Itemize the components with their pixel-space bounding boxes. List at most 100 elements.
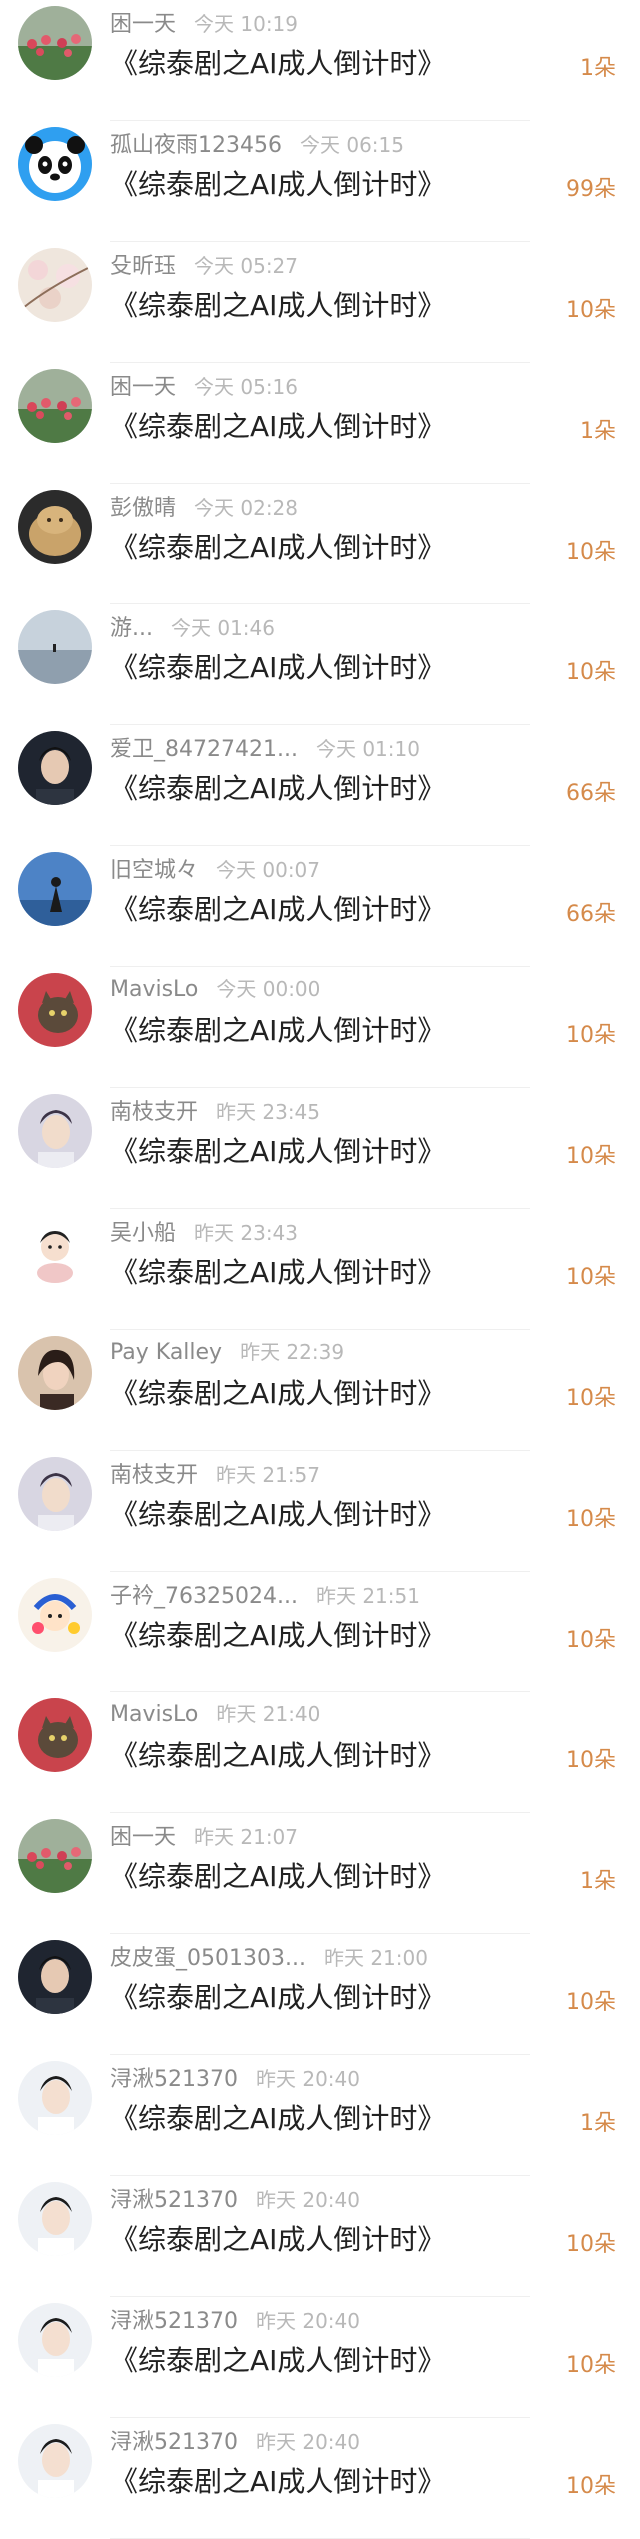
username[interactable]: 殳昕珏 — [110, 248, 176, 280]
avatar-seaside[interactable] — [18, 610, 92, 685]
list-item[interactable]: 皮皮蛋_0501303... 昨天 21:00 《综泰剧之AI成人倒计时》 10… — [0, 1934, 640, 2056]
username[interactable]: 困一天 — [110, 1819, 176, 1851]
item-meta: 皮皮蛋_0501303... 昨天 21:00 — [110, 1940, 428, 1972]
item-meta: 游... 今天 01:46 — [110, 610, 275, 642]
list-item[interactable]: 彭傲晴 今天 02:28 《综泰剧之AI成人倒计时》 10朵 — [0, 484, 640, 605]
avatar-flower-field[interactable] — [18, 1819, 92, 1894]
list-item[interactable]: 子衿_76325024... 昨天 21:51 《综泰剧之AI成人倒计时》 10… — [0, 1572, 640, 1693]
timestamp: 昨天 20:40 — [255, 2067, 360, 2092]
work-title[interactable]: 《综泰剧之AI成人倒计时》 — [110, 526, 445, 566]
avatar-portrait-white[interactable] — [18, 2302, 92, 2377]
username[interactable]: 彭傲晴 — [110, 490, 176, 522]
item-meta: 吴小船 昨天 23:43 — [110, 1215, 298, 1247]
work-title[interactable]: 《综泰剧之AI成人倒计时》 — [110, 1372, 445, 1412]
flower-amount: 10朵 — [566, 1506, 616, 1532]
username[interactable]: 浔湫521370 — [110, 2182, 238, 2214]
username[interactable]: 浔湫521370 — [110, 2424, 238, 2456]
list-item[interactable]: 浔湫521370 昨天 20:40 《综泰剧之AI成人倒计时》 10朵 — [0, 2418, 640, 2539]
work-title[interactable]: 《综泰剧之AI成人倒计时》 — [110, 1130, 445, 1170]
list-item[interactable]: 浔湫521370 昨天 20:40 《综泰剧之AI成人倒计时》 1朵 — [0, 2055, 640, 2177]
username[interactable]: 爱卫_84727421... — [110, 731, 298, 763]
username[interactable]: MavisLo — [110, 1702, 198, 1727]
list-item[interactable]: 殳昕珏 今天 05:27 《综泰剧之AI成人倒计时》 10朵 — [0, 242, 640, 363]
username[interactable]: 孤山夜雨123456 — [110, 127, 282, 159]
work-title[interactable]: 《综泰剧之AI成人倒计时》 — [110, 1734, 445, 1774]
avatar-blossom[interactable] — [18, 247, 92, 322]
username[interactable]: 浔湫521370 — [110, 2303, 238, 2335]
list-item[interactable]: 浔湫521370 昨天 20:40 《综泰剧之AI成人倒计时》 10朵 — [0, 2176, 640, 2297]
avatar-flower-field[interactable] — [18, 6, 92, 80]
list-item[interactable]: 南枝支开 昨天 23:45 《综泰剧之AI成人倒计时》 10朵 — [0, 1088, 640, 1209]
work-title[interactable]: 《综泰剧之AI成人倒计时》 — [110, 646, 445, 686]
work-title[interactable]: 《综泰剧之AI成人倒计时》 — [110, 1976, 445, 2016]
username[interactable]: 南枝支开 — [110, 1457, 198, 1489]
work-title[interactable]: 《综泰剧之AI成人倒计时》 — [110, 1855, 445, 1895]
work-title[interactable]: 《综泰剧之AI成人倒计时》 — [110, 2218, 445, 2258]
list-item[interactable]: 南枝支开 昨天 21:57 《综泰剧之AI成人倒计时》 10朵 — [0, 1451, 640, 1572]
list-item[interactable]: 游... 今天 01:46 《综泰剧之AI成人倒计时》 10朵 — [0, 604, 640, 726]
username[interactable]: 南枝支开 — [110, 1094, 198, 1126]
timestamp: 昨天 21:51 — [315, 1583, 420, 1608]
item-meta: 困一天 昨天 21:07 — [110, 1819, 298, 1851]
flower-amount: 66朵 — [566, 902, 616, 928]
work-title[interactable]: 《综泰剧之AI成人倒计时》 — [110, 2460, 445, 2500]
list-item[interactable]: 旧空城々 今天 00:07 《综泰剧之AI成人倒计时》 66朵 — [0, 846, 640, 968]
work-title[interactable]: 《综泰剧之AI成人倒计时》 — [110, 1493, 445, 1533]
avatar-flower-field[interactable] — [18, 368, 92, 443]
avatar-portrait-white[interactable] — [18, 2061, 92, 2136]
avatar-cat-red[interactable] — [18, 973, 92, 1048]
work-title[interactable]: 《综泰剧之AI成人倒计时》 — [110, 2097, 445, 2137]
avatar-cartoon[interactable] — [18, 1214, 92, 1289]
username[interactable]: 游... — [110, 610, 153, 642]
avatar-portrait-light[interactable] — [18, 1094, 92, 1169]
avatar-portrait-dark[interactable] — [18, 1940, 92, 2015]
avatar-portrait-white[interactable] — [18, 2423, 92, 2498]
username[interactable]: Pay Kalley — [110, 1340, 222, 1365]
username[interactable]: 吴小船 — [110, 1215, 176, 1247]
avatar-panda[interactable] — [18, 126, 92, 201]
work-title[interactable]: 《综泰剧之AI成人倒计时》 — [110, 42, 445, 82]
list-item[interactable]: 困一天 昨天 21:07 《综泰剧之AI成人倒计时》 1朵 — [0, 1813, 640, 1935]
work-title[interactable]: 《综泰剧之AI成人倒计时》 — [110, 284, 445, 324]
avatar-clay-figure[interactable] — [18, 489, 92, 564]
avatar-portrait-warm[interactable] — [18, 1335, 92, 1410]
flower-amount: 10朵 — [566, 1144, 616, 1170]
list-item[interactable]: 吴小船 昨天 23:43 《综泰剧之AI成人倒计时》 10朵 — [0, 1209, 640, 1330]
avatar-cartoon-colorful[interactable] — [18, 1577, 92, 1652]
work-title[interactable]: 《综泰剧之AI成人倒计时》 — [110, 405, 445, 445]
avatar-blue-sky[interactable] — [18, 852, 92, 927]
avatar-portrait-dark[interactable] — [18, 731, 92, 806]
list-item[interactable]: Pay Kalley 昨天 22:39 《综泰剧之AI成人倒计时》 10朵 — [0, 1330, 640, 1451]
work-title[interactable]: 《综泰剧之AI成人倒计时》 — [110, 2339, 445, 2379]
username[interactable]: 困一天 — [110, 6, 176, 38]
username[interactable]: 浔湫521370 — [110, 2061, 238, 2093]
work-title[interactable]: 《综泰剧之AI成人倒计时》 — [110, 1614, 445, 1654]
list-item[interactable]: 困一天 今天 05:16 《综泰剧之AI成人倒计时》 1朵 — [0, 363, 640, 484]
avatar-cat-red[interactable] — [18, 1698, 92, 1773]
item-meta: 困一天 今天 05:16 — [110, 369, 298, 401]
username[interactable]: 子衿_76325024... — [110, 1578, 298, 1610]
username[interactable]: 皮皮蛋_0501303... — [110, 1940, 306, 1972]
username[interactable]: MavisLo — [110, 977, 198, 1002]
flower-amount: 1朵 — [580, 2111, 616, 2137]
list-item[interactable]: 浔湫521370 昨天 20:40 《综泰剧之AI成人倒计时》 10朵 — [0, 2297, 640, 2418]
timestamp: 昨天 21:57 — [216, 1462, 321, 1487]
list-item[interactable]: 孤山夜雨123456 今天 06:15 《综泰剧之AI成人倒计时》 99朵 — [0, 121, 640, 242]
username[interactable]: 困一天 — [110, 369, 176, 401]
item-meta: 旧空城々 今天 00:07 — [110, 852, 320, 884]
work-title[interactable]: 《综泰剧之AI成人倒计时》 — [110, 163, 445, 203]
avatar-portrait-light[interactable] — [18, 1456, 92, 1531]
list-item[interactable]: 爱卫_84727421... 今天 01:10 《综泰剧之AI成人倒计时》 66… — [0, 725, 640, 847]
item-meta: 浔湫521370 昨天 20:40 — [110, 2424, 360, 2456]
avatar-portrait-white[interactable] — [18, 2182, 92, 2257]
timestamp: 昨天 22:39 — [240, 1339, 345, 1364]
list-item[interactable]: MavisLo 昨天 21:40 《综泰剧之AI成人倒计时》 10朵 — [0, 1692, 640, 1814]
work-title[interactable]: 《综泰剧之AI成人倒计时》 — [110, 1009, 445, 1049]
work-title[interactable]: 《综泰剧之AI成人倒计时》 — [110, 767, 445, 807]
list-item[interactable]: 困一天 今天 10:19 《综泰剧之AI成人倒计时》 1朵 — [0, 0, 640, 121]
list-item[interactable]: MavisLo 今天 00:00 《综泰剧之AI成人倒计时》 10朵 — [0, 967, 640, 1089]
work-title[interactable]: 《综泰剧之AI成人倒计时》 — [110, 1251, 445, 1291]
username[interactable]: 旧空城々 — [110, 852, 198, 884]
work-title[interactable]: 《综泰剧之AI成人倒计时》 — [110, 888, 445, 928]
flower-amount: 10朵 — [566, 2232, 616, 2258]
